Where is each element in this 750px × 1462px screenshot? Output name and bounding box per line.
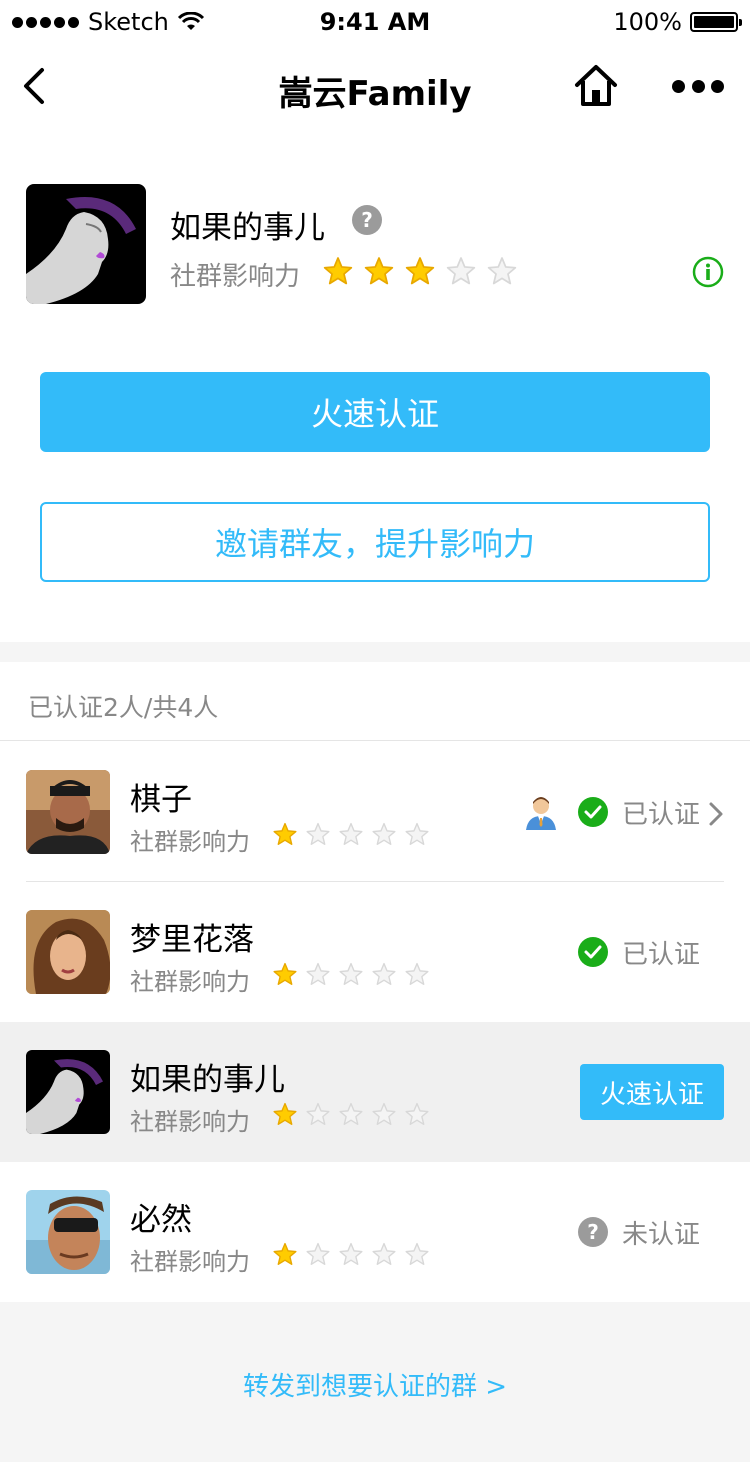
help-icon[interactable]: ?: [352, 205, 382, 235]
member-list: 已认证2人/共4人 棋子 社群影响力 已认证 梦里花落 社群影响力 已认证 如果…: [0, 662, 750, 1302]
battery-icon: [690, 12, 742, 32]
member-avatar: [26, 910, 110, 994]
member-avatar: [26, 1190, 110, 1274]
influence-label: 社群影响力: [130, 1248, 250, 1276]
star-empty-icon: [487, 257, 517, 285]
member-row[interactable]: 棋子 社群影响力 已认证: [0, 742, 750, 882]
influence-label: 社群影响力: [130, 1108, 250, 1136]
status-text: 已认证: [622, 799, 701, 830]
member-rating: [272, 1242, 430, 1268]
star-filled-icon: [323, 257, 353, 285]
star-empty-icon: [339, 822, 363, 846]
battery-percent: 100%: [613, 8, 682, 36]
status-bar: Sketch 9:41 AM 100%: [0, 0, 750, 44]
star-filled-icon: [405, 257, 435, 285]
star-empty-icon: [372, 1102, 396, 1126]
question-circle-icon: ?: [578, 1217, 608, 1247]
info-icon[interactable]: [692, 256, 724, 288]
member-row[interactable]: 必然 社群影响力 ? 未认证: [0, 1162, 750, 1302]
member-rating: [272, 822, 430, 848]
star-empty-icon: [339, 962, 363, 986]
group-card: 如果的事儿 ? 社群影响力 火速认证 邀请群友，提升影响力: [0, 128, 750, 642]
status-unverified: ? 未认证: [578, 1215, 701, 1250]
member-count: 已认证2人/共4人: [28, 693, 219, 722]
influence-label: 社群影响力: [170, 262, 301, 292]
star-empty-icon: [405, 822, 429, 846]
more-icon[interactable]: [672, 74, 724, 98]
member-avatar: [26, 770, 110, 854]
star-empty-icon: [306, 822, 330, 846]
page-title: 嵩云Family: [278, 74, 472, 114]
star-filled-icon: [273, 1102, 297, 1126]
influence-label: 社群影响力: [130, 968, 250, 996]
member-row[interactable]: 如果的事儿 社群影响力 火速认证: [0, 1022, 750, 1162]
admin-icon: [526, 797, 556, 830]
chevron-right-icon[interactable]: [706, 800, 726, 828]
member-rating: [272, 1102, 430, 1128]
star-empty-icon: [339, 1242, 363, 1266]
svg-text:?: ?: [361, 208, 373, 232]
star-empty-icon: [306, 1102, 330, 1126]
member-name: 梦里花落: [130, 922, 254, 958]
member-name: 如果的事儿: [130, 1062, 285, 1098]
star-empty-icon: [372, 822, 396, 846]
star-empty-icon: [405, 1242, 429, 1266]
star-filled-icon: [273, 822, 297, 846]
star-empty-icon: [372, 1242, 396, 1266]
check-circle-icon: [578, 937, 608, 967]
star-empty-icon: [306, 962, 330, 986]
svg-text:?: ?: [587, 1220, 599, 1244]
status-text: 未认证: [622, 1219, 701, 1250]
group-rating: [322, 256, 518, 288]
star-filled-icon: [273, 962, 297, 986]
status-verified: 已认证: [578, 935, 701, 970]
invite-button[interactable]: 邀请群友，提升影响力: [40, 502, 710, 582]
star-filled-icon: [364, 257, 394, 285]
certify-member-button[interactable]: 火速认证: [580, 1064, 724, 1120]
star-filled-icon: [273, 1242, 297, 1266]
member-avatar: [26, 1050, 110, 1134]
home-icon[interactable]: [572, 62, 620, 110]
nav-bar: 嵩云Family: [0, 44, 750, 128]
influence-label: 社群影响力: [130, 828, 250, 856]
star-empty-icon: [306, 1242, 330, 1266]
certify-button[interactable]: 火速认证: [40, 372, 710, 452]
star-empty-icon: [405, 962, 429, 986]
member-rating: [272, 962, 430, 988]
status-verified: 已认证: [578, 795, 701, 830]
star-empty-icon: [339, 1102, 363, 1126]
star-empty-icon: [405, 1102, 429, 1126]
member-row[interactable]: 梦里花落 社群影响力 已认证: [0, 882, 750, 1022]
group-name: 如果的事儿: [170, 210, 325, 246]
divider: [0, 740, 750, 741]
group-avatar: [26, 184, 146, 304]
forward-link[interactable]: 转发到想要认证的群 >: [0, 1366, 750, 1403]
star-empty-icon: [372, 962, 396, 986]
star-empty-icon: [446, 257, 476, 285]
check-circle-icon: [578, 797, 608, 827]
member-name: 必然: [130, 1202, 192, 1238]
battery-status: 100%: [613, 8, 742, 36]
member-name: 棋子: [130, 782, 192, 818]
status-text: 已认证: [622, 939, 701, 970]
